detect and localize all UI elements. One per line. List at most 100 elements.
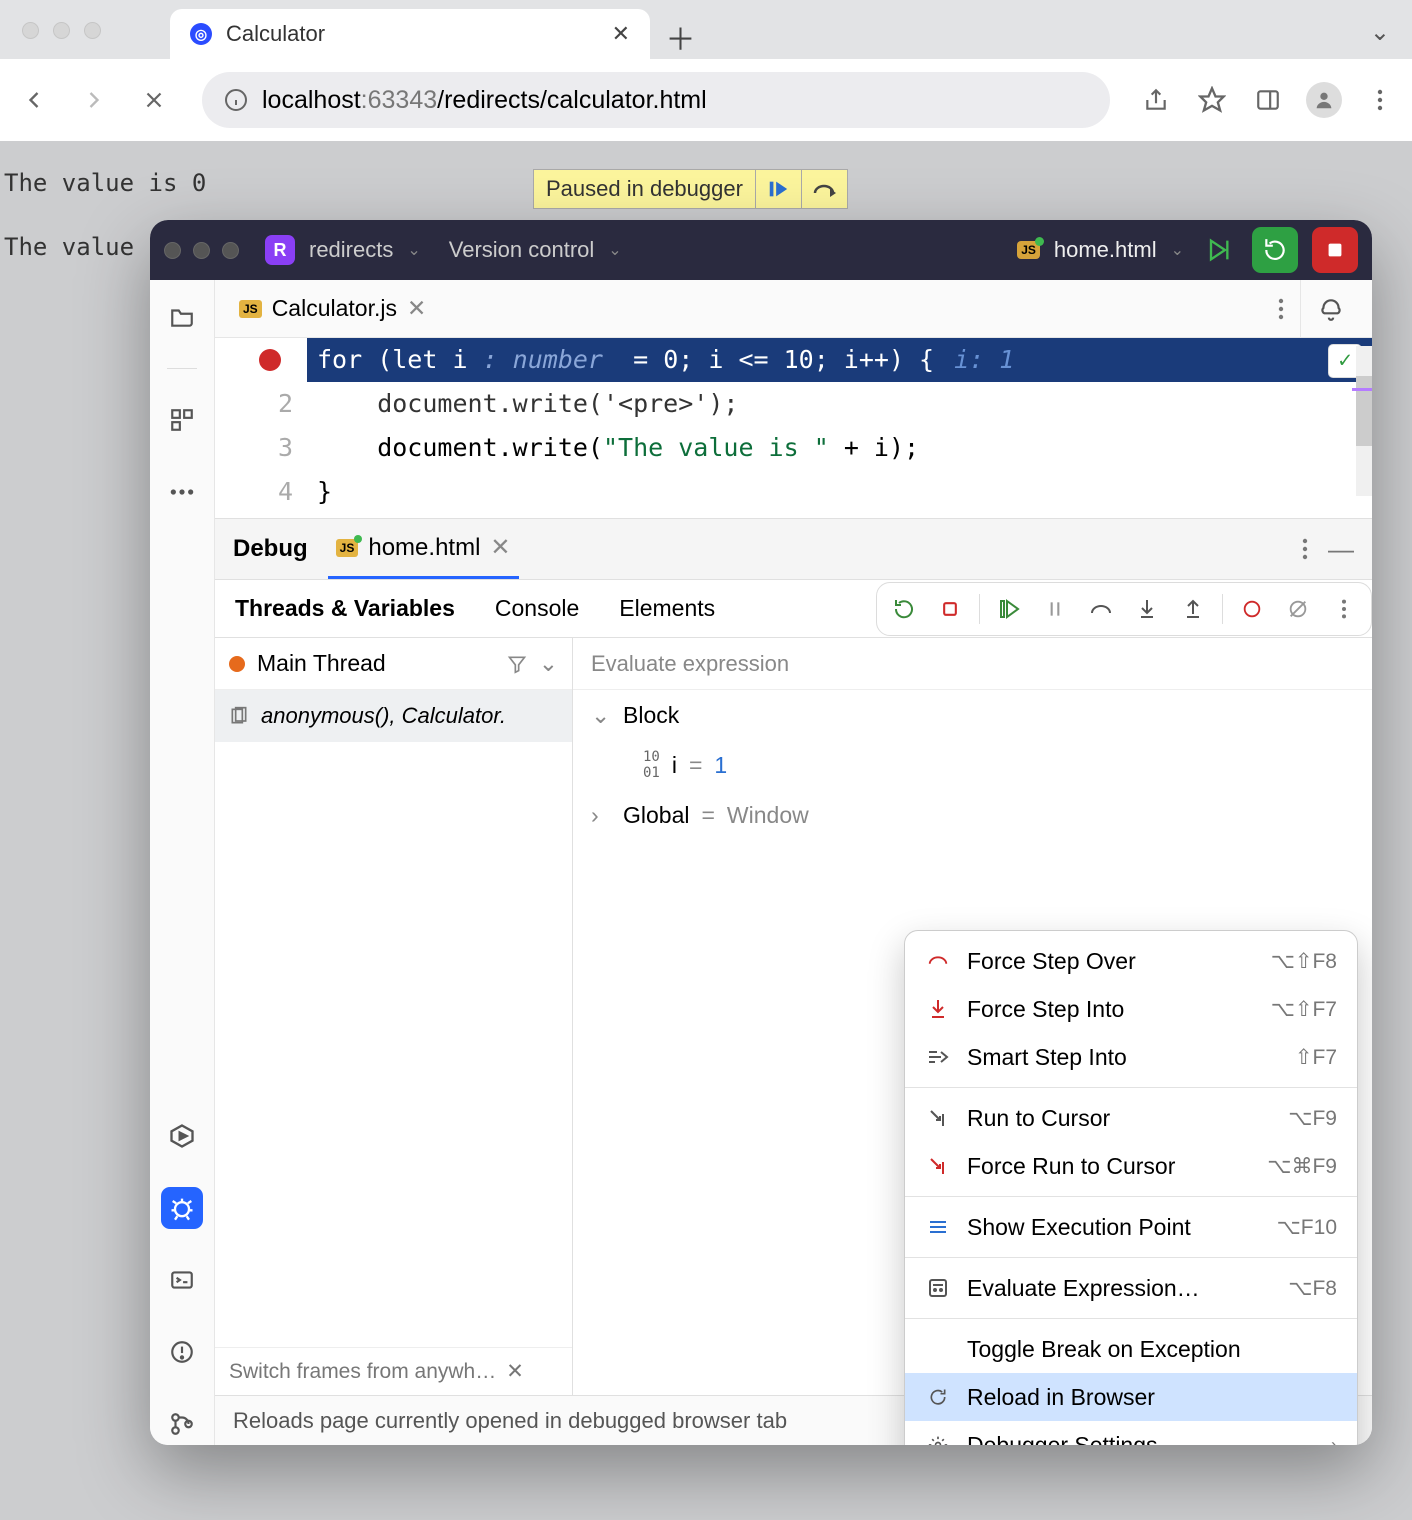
editor-tabs: JS Calculator.js ✕ <box>215 280 1372 338</box>
step-over-icon[interactable] <box>1084 592 1118 626</box>
debug-session-close-icon[interactable]: ✕ <box>490 533 510 562</box>
thread-row[interactable]: Main Thread ⌄ <box>215 638 572 690</box>
step-out-icon[interactable] <box>1176 592 1210 626</box>
problems-tool-icon[interactable] <box>161 1331 203 1373</box>
editor-tab-close-icon[interactable]: ✕ <box>407 295 426 322</box>
force-step-into-icon <box>925 998 951 1020</box>
debugger-pause-label: Paused in debugger <box>533 169 756 209</box>
threads-frames-panel: Main Thread ⌄ anonymous(), Calculator. S… <box>215 638 573 1395</box>
ide-close-dot[interactable] <box>164 242 181 259</box>
subtab-console[interactable]: Console <box>475 580 599 637</box>
side-panel-icon[interactable] <box>1250 82 1286 118</box>
ide-minimize-dot[interactable] <box>193 242 210 259</box>
notifications-icon[interactable] <box>1300 280 1360 337</box>
debug-more-actions-icon[interactable] <box>1327 592 1361 626</box>
resume-icon[interactable] <box>992 592 1026 626</box>
structure-tool-icon[interactable] <box>161 399 203 441</box>
debugger-resume-button[interactable] <box>756 169 802 209</box>
force-step-over-icon <box>925 952 951 970</box>
pause-icon[interactable] <box>1038 592 1072 626</box>
site-info-icon[interactable] <box>224 88 248 112</box>
address-bar[interactable]: localhost:63343/redirects/calculator.htm… <box>202 72 1110 128</box>
editor-tab-active[interactable]: JS Calculator.js ✕ <box>227 280 438 337</box>
browser-tab-active[interactable]: ◎ Calculator ✕ <box>170 9 650 59</box>
expand-chevron-icon[interactable]: ⌄ <box>591 702 611 729</box>
menu-toggle-break-exception[interactable]: Toggle Break on Exception <box>905 1325 1357 1373</box>
browser-menu-icon[interactable] <box>1362 82 1398 118</box>
reload-button[interactable] <box>134 80 174 120</box>
menu-show-execution-point[interactable]: Show Execution Point ⌥F10 <box>905 1203 1357 1251</box>
back-button[interactable] <box>14 80 54 120</box>
ide-titlebar: R redirects ⌄ Version control ⌄ JS home.… <box>150 220 1372 280</box>
forward-button[interactable] <box>74 80 114 120</box>
step-into-icon[interactable] <box>1130 592 1164 626</box>
view-breakpoints-icon[interactable] <box>1235 592 1269 626</box>
editor-scrollbar[interactable] <box>1356 346 1372 496</box>
vcs-chevron-icon[interactable]: ⌄ <box>608 240 621 260</box>
run-to-cursor-icon <box>925 1108 951 1128</box>
switch-frames-hint[interactable]: Switch frames from anywh… ✕ <box>215 1347 572 1395</box>
js-file-badge: JS <box>239 300 262 318</box>
run-config-chevron-icon[interactable]: ⌄ <box>1171 240 1184 260</box>
menu-reload-in-browser[interactable]: Reload in Browser <box>905 1373 1357 1421</box>
new-tab-button[interactable]: ＋ <box>658 14 703 59</box>
thread-chevron-icon[interactable]: ⌄ <box>539 650 558 677</box>
project-badge[interactable]: R <box>265 235 295 265</box>
thread-filter-icon[interactable] <box>507 654 527 674</box>
variable-name: i <box>672 752 677 779</box>
scope-block-row[interactable]: ⌄ Block <box>573 690 1372 740</box>
menu-run-to-cursor[interactable]: Run to Cursor ⌥F9 <box>905 1094 1357 1142</box>
maximize-window-dot[interactable] <box>84 22 101 39</box>
project-chevron-icon[interactable]: ⌄ <box>407 240 420 260</box>
more-tools-icon[interactable] <box>161 471 203 513</box>
ide-maximize-dot[interactable] <box>222 242 239 259</box>
code-editor[interactable]: · 2 3 4 for (let i : number = 0; i <= 10… <box>215 338 1372 518</box>
run-config-name[interactable]: home.html <box>1054 237 1157 263</box>
menu-smart-step-into[interactable]: Smart Step Into ⇧F7 <box>905 1033 1357 1081</box>
debug-tool-icon[interactable] <box>161 1187 203 1229</box>
editor-more-icon[interactable] <box>1262 297 1300 321</box>
tab-close-icon[interactable]: ✕ <box>612 21 630 47</box>
scope-global-row[interactable]: › Global = Window <box>573 790 1372 840</box>
debug-rerun-button[interactable] <box>1252 227 1298 273</box>
terminal-tool-icon[interactable] <box>161 1259 203 1301</box>
rerun-icon[interactable] <box>887 592 921 626</box>
vcs-tool-icon[interactable] <box>161 1403 203 1445</box>
debugger-step-button[interactable] <box>802 169 848 209</box>
debug-more-icon[interactable] <box>1302 537 1308 561</box>
subtab-elements[interactable]: Elements <box>599 580 735 637</box>
mute-breakpoints-icon[interactable] <box>1281 592 1315 626</box>
menu-force-step-into[interactable]: Force Step Into ⌥⇧F7 <box>905 985 1357 1033</box>
run-button[interactable] <box>1198 230 1238 270</box>
close-hint-icon[interactable]: ✕ <box>506 1359 524 1384</box>
stop-icon[interactable] <box>933 592 967 626</box>
project-name[interactable]: redirects <box>309 237 393 263</box>
stack-frame-row[interactable]: anonymous(), Calculator. <box>215 690 572 742</box>
debug-minimize-icon[interactable]: — <box>1328 534 1354 565</box>
breakpoint-icon[interactable]: · <box>215 338 293 382</box>
expand-chevron-icon[interactable]: › <box>591 802 611 829</box>
variable-type-icon: 1001 <box>643 749 660 781</box>
evaluate-expression-input[interactable]: Evaluate expression <box>573 638 1372 690</box>
menu-force-run-to-cursor[interactable]: Force Run to Cursor ⌥⌘F9 <box>905 1142 1357 1190</box>
services-tool-icon[interactable] <box>161 1115 203 1157</box>
profile-avatar-icon[interactable] <box>1306 82 1342 118</box>
tabs-overflow-chevron-icon[interactable]: ⌄ <box>1370 18 1390 47</box>
variable-row[interactable]: 1001 i = 1 <box>573 740 1372 790</box>
stop-button[interactable] <box>1312 227 1358 273</box>
menu-force-step-over[interactable]: Force Step Over ⌥⇧F8 <box>905 937 1357 985</box>
code-text[interactable]: for (let i : number = 0; i <= 10; i++) {… <box>307 338 1372 518</box>
close-window-dot[interactable] <box>22 22 39 39</box>
debug-session-tab[interactable]: JS home.html ✕ <box>328 519 519 579</box>
menu-debugger-settings[interactable]: Debugger Settings › <box>905 1421 1357 1445</box>
share-icon[interactable] <box>1138 82 1174 118</box>
menu-evaluate-expression[interactable]: Evaluate Expression… ⌥F8 <box>905 1264 1357 1312</box>
vcs-widget[interactable]: Version control <box>449 237 595 263</box>
editor-gutter[interactable]: · 2 3 4 <box>215 338 307 518</box>
minimize-window-dot[interactable] <box>53 22 70 39</box>
bookmark-star-icon[interactable] <box>1194 82 1230 118</box>
favicon-icon: ◎ <box>190 23 212 45</box>
subtab-threads-variables[interactable]: Threads & Variables <box>215 580 475 637</box>
gear-icon <box>925 1435 951 1445</box>
project-tool-icon[interactable] <box>161 296 203 338</box>
